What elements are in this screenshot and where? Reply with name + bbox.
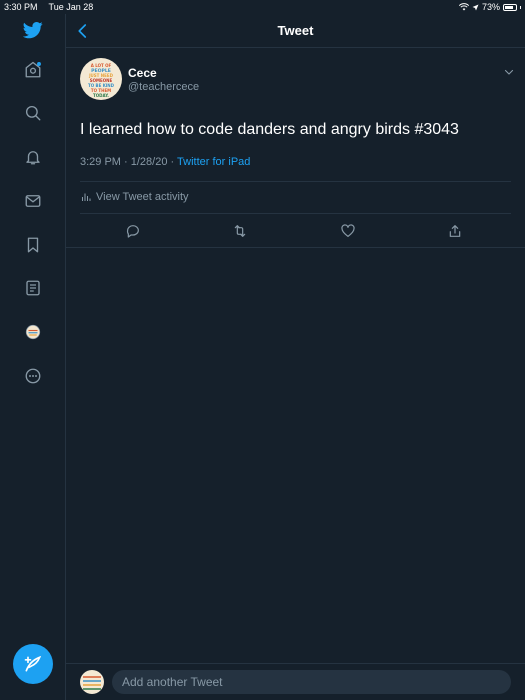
status-date: Tue Jan 28	[48, 2, 94, 12]
wifi-icon	[458, 3, 469, 11]
header: Tweet	[66, 14, 525, 48]
compose-tweet-button[interactable]	[13, 644, 53, 684]
home-icon[interactable]	[21, 58, 45, 82]
avatar-text-line: A LOT OF	[91, 63, 112, 68]
user-avatar	[80, 670, 104, 694]
author-handle[interactable]: @teachercece	[128, 81, 199, 93]
tweet-time: 3:29 PM	[80, 156, 121, 168]
like-heart-icon[interactable]	[340, 223, 356, 239]
search-icon[interactable]	[21, 101, 45, 125]
author-avatar[interactable]: A LOT OF PEOPLE JUST NEED SOMEONE TO BE …	[80, 58, 122, 100]
reply-icon[interactable]	[125, 223, 141, 239]
page-title: Tweet	[277, 23, 314, 38]
tweet-source-link[interactable]: Twitter for iPad	[177, 156, 250, 168]
lists-icon[interactable]	[21, 276, 45, 300]
battery-icon	[503, 3, 517, 11]
notifications-icon[interactable]	[21, 145, 45, 169]
twitter-logo-icon[interactable]	[21, 18, 45, 42]
divider	[80, 181, 511, 182]
view-tweet-activity[interactable]: View Tweet activity	[80, 191, 189, 203]
status-time: 3:30 PM	[4, 2, 38, 12]
profile-avatar[interactable]	[21, 320, 45, 344]
tweet-detail: A LOT OF PEOPLE JUST NEED SOMEONE TO BE …	[66, 48, 525, 248]
divider	[80, 213, 511, 214]
sidebar	[0, 14, 66, 700]
status-bar: 3:30 PM Tue Jan 28 73%	[0, 0, 525, 14]
compose-tweet-icon	[24, 655, 42, 672]
tweet-meta: 3:29 PM · 1/28/20 · Twitter for iPad	[80, 156, 250, 168]
battery-percent: 73%	[481, 2, 500, 12]
add-another-tweet-input[interactable]	[112, 670, 511, 694]
tweet-text: I learned how to code danders and angry …	[80, 121, 459, 138]
retweet-icon[interactable]	[232, 223, 248, 239]
bookmarks-icon[interactable]	[21, 233, 45, 257]
location-icon	[472, 4, 479, 10]
share-icon[interactable]	[447, 223, 463, 239]
reply-bar	[66, 663, 525, 700]
meta-separator: ·	[167, 156, 178, 168]
chevron-down-icon[interactable]	[503, 66, 515, 78]
activity-chart-icon	[82, 193, 91, 201]
activity-label: View Tweet activity	[96, 191, 189, 203]
messages-icon[interactable]	[21, 189, 45, 213]
meta-separator: ·	[120, 156, 131, 168]
tweet-date: 1/28/20	[130, 156, 168, 168]
author-display-name[interactable]: Cece	[128, 66, 157, 80]
more-icon[interactable]	[21, 364, 45, 388]
notification-dot	[37, 62, 41, 66]
avatar-text-line: TODAY.	[93, 93, 109, 98]
status-right: 73%	[458, 2, 521, 12]
